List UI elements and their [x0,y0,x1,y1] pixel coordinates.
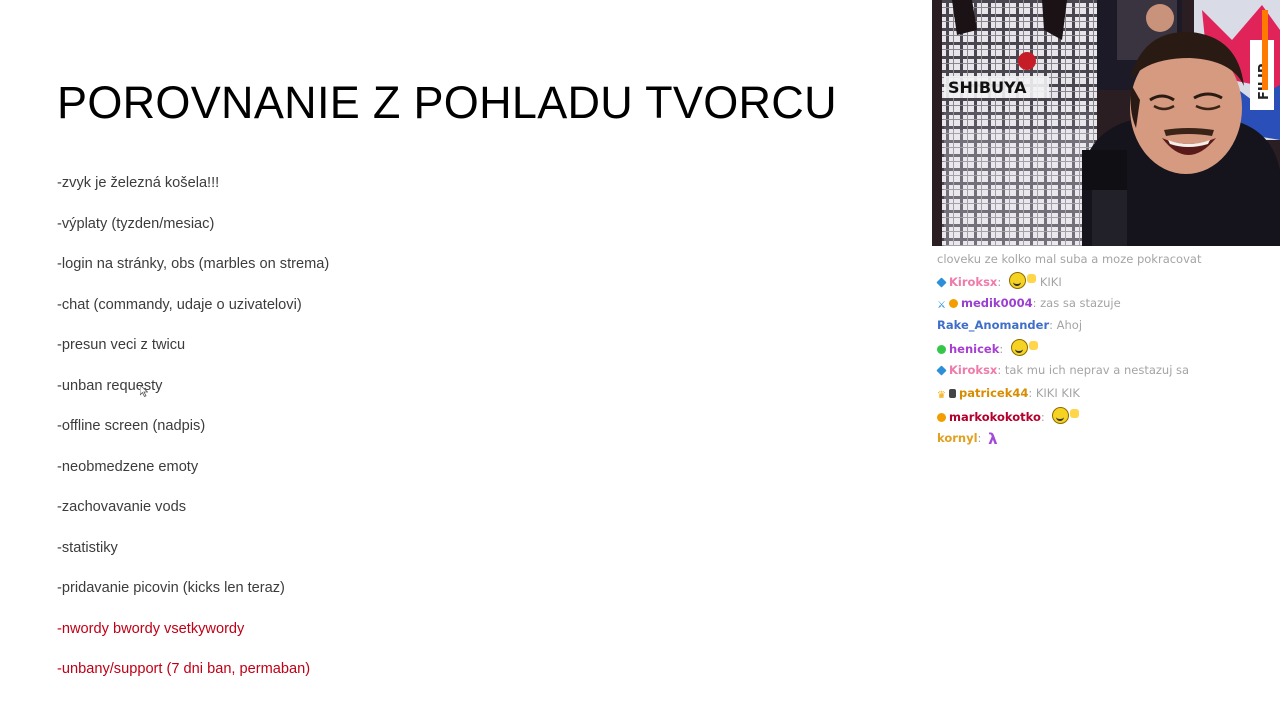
slide-bullet: -offline screen (nadpis) [57,418,206,434]
slide-bullet: -chat (commandy, udaje o uzivatelovi) [57,296,302,313]
hand-emote-icon [1070,409,1080,418]
chat-username[interactable]: medik0004 [961,296,1033,310]
chat-username[interactable]: patricek44 [959,386,1028,400]
chat-message: ♛ patricek44: KIKI KIK [937,385,1080,404]
orange-badge-icon [937,413,946,422]
chat-message: markokokotko: [937,407,1080,425]
chat-message: Kiroksx: tak mu ich neprav a nestazuj sa [936,362,1190,378]
hand-emote-icon [1026,274,1036,283]
sword-badge-icon: ⚔ [937,300,946,311]
crown-badge-icon: ♛ [937,390,946,401]
chat-message: cloveku ze kolko mal suba a moze pokraco… [937,251,1201,267]
slide-bullet: -unbany/support (7 dni ban, permaban) [57,661,311,677]
slide-bullet: -presun veci z twicu [57,337,186,353]
shirt-text: SHIBUYA [948,78,1027,97]
chat-username[interactable]: markokokotko [949,410,1041,424]
hand-emote-icon [1028,341,1038,350]
slide-bullet: -statistiky [57,539,118,556]
slide-bullet: -neobmedzene emoty [57,458,199,475]
chat-message: Kiroksx: KIKI [936,272,1062,290]
chat-message: henicek: [937,339,1038,357]
dark-badge-icon [948,389,956,398]
slide-bullet: -zvyk je železná košela!!! [57,175,220,191]
chat-username[interactable]: Rake_Anomander [937,318,1049,332]
slide-bullet: -unban requesty [57,377,163,394]
purple-emote-icon: λ [988,430,998,448]
slide-bullet: -nwordy bwordy vsetkywordy [57,620,245,637]
blue-badge-icon [936,365,947,376]
smile-emote-icon [1008,272,1026,289]
smile-emote-icon [1052,407,1070,424]
presentation-slide: POROVNANIE Z POHLADU TVORCU -zvyk je žel… [0,0,932,720]
chat-username[interactable]: henicek [949,342,999,356]
stream-chat: cloveku ze kolko mal suba a moze pokraco… [932,246,1280,720]
green-badge-icon [937,345,946,354]
chat-message-text: Ahoj [1056,318,1083,332]
chat-message: kornyl: λ [937,430,998,448]
bullet-list: -zvyk je železná košela!!! -výplaty (tyzd… [57,172,329,699]
chat-message-text: tak mu ich neprav a nestazuj sa [1004,363,1190,377]
webcam-feed: SHIBUYA FILIP [932,0,1280,246]
smile-emote-icon [1010,339,1028,356]
chat-message-text: KIKI [1039,275,1062,289]
slide-bullet: -zachovavanie vods [57,499,186,515]
blue-badge-icon [936,277,947,288]
chat-username[interactable]: Kiroksx [949,275,997,289]
chat-message: ⚔ medik0004: zas sa stazuje [937,295,1121,314]
mouse-cursor-icon [140,385,148,397]
slide-bullet: -výplaty (tyzden/mesiac) [57,215,215,232]
chat-message-text: cloveku ze kolko mal suba a moze pokraco… [937,252,1202,266]
orange-badge-icon [948,299,958,308]
slide-bullet: -login na stránky, obs (marbles on strem… [57,256,330,272]
chat-username[interactable]: Kiroksx [949,363,997,377]
slide-bullet: -pridavanie picovin (kicks len teraz) [57,580,285,596]
slide-title: POROVNANIE Z POHLADU TVORCU [57,77,837,128]
chat-username[interactable]: kornyl [937,431,978,445]
chat-message-text: zas sa stazuje [1040,296,1121,310]
chat-message-text: KIKI KIK [1035,386,1080,400]
streamer-image: SHIBUYA FILIP [932,0,1280,246]
chat-message: Rake_Anomander: Ahoj [937,318,1083,332]
